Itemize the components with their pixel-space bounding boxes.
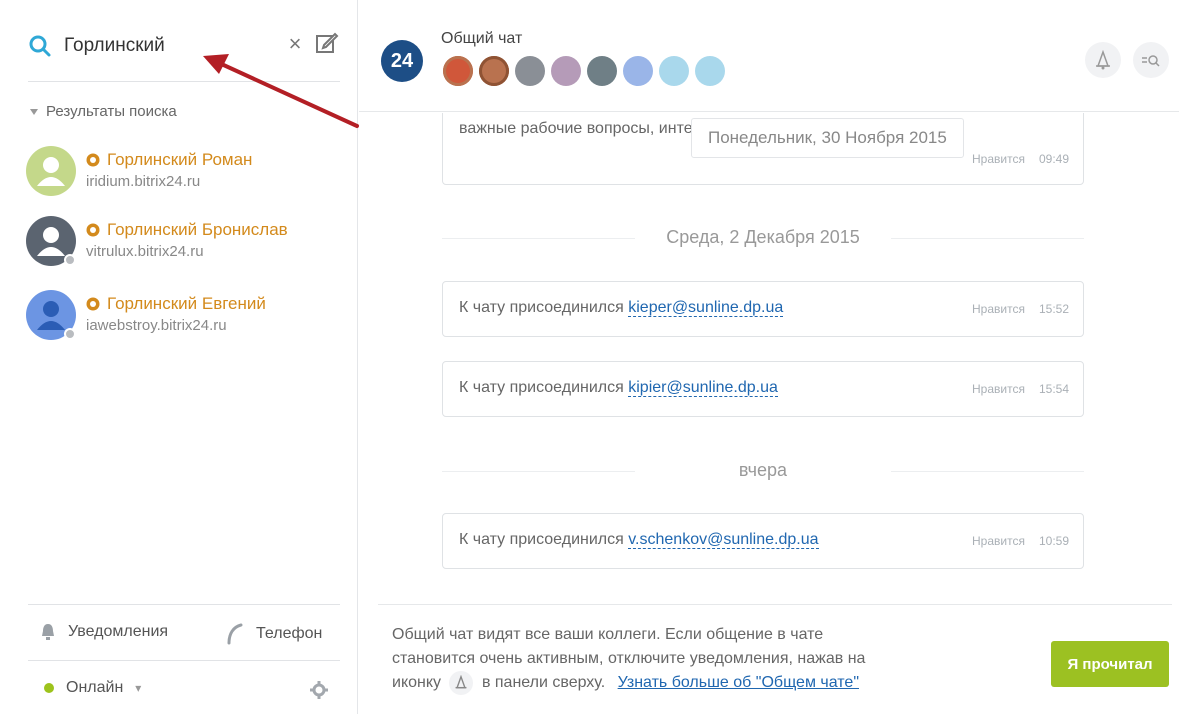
phone-icon (227, 623, 243, 645)
contact-domain: iridium.bitrix24.ru (86, 173, 201, 190)
user-link[interactable]: v.schenkov@sunline.dp.ua (628, 531, 819, 549)
search-list-icon (1142, 55, 1160, 67)
member-avatar[interactable] (587, 56, 617, 86)
user-link[interactable]: kieper@sunline.dp.ua (628, 299, 784, 317)
mark-read-button[interactable]: Я прочитал (1051, 641, 1169, 687)
message: К чату присоединился kieper@sunline.dp.u… (442, 281, 1084, 337)
search-results-header[interactable]: Результаты поиска (30, 103, 177, 120)
online-status-icon (44, 683, 54, 693)
chat-title: Общий чат (441, 30, 523, 47)
extranet-icon (86, 223, 100, 237)
message: К чату присоединился v.schenkov@sunline.… (442, 513, 1084, 569)
date-separator: Среда, 2 Декабря 2015 (442, 227, 1084, 248)
contact-domain: iawebstroy.bitrix24.ru (86, 317, 227, 334)
status-offline-icon (64, 328, 76, 340)
message: К чату присоединился kipier@sunline.dp.u… (442, 361, 1084, 417)
member-avatar[interactable] (695, 56, 725, 86)
contact-name: Горлинский Бронислав (107, 220, 288, 239)
message-time: 15:54 (1038, 382, 1069, 396)
bell-outline-icon (1096, 50, 1110, 70)
search-input[interactable] (64, 32, 264, 60)
member-avatar[interactable] (659, 56, 689, 86)
settings-gear-icon[interactable] (310, 681, 328, 699)
chat-header: 24 Общий чат (359, 0, 1179, 112)
notifications-button[interactable]: Уведомления (40, 623, 168, 641)
search-icon (29, 35, 51, 57)
bitrix24-logo: 24 (381, 40, 423, 82)
like-button[interactable]: Нравится (972, 302, 1025, 316)
bell-outline-icon (449, 671, 474, 695)
search-bar: × (28, 26, 340, 82)
date-separator: вчера (442, 460, 1084, 481)
messages-area[interactable]: важные рабочие вопросы, интересные всей … (359, 113, 1179, 603)
new-message-icon[interactable] (314, 30, 340, 56)
avatar (26, 146, 76, 196)
member-avatar[interactable] (479, 56, 509, 86)
message-time: 10:59 (1038, 534, 1069, 548)
member-avatar[interactable] (515, 56, 545, 86)
notifications-toggle-button[interactable] (1085, 42, 1121, 78)
sidebar-status-row: Онлайн ▾ (28, 660, 340, 714)
clear-search-button[interactable]: × (284, 33, 306, 56)
contact-item[interactable]: Горлинский Бронислав vitrulux.bitrix24.r… (26, 216, 346, 274)
message-time: 15:52 (1038, 302, 1069, 316)
contact-item[interactable]: Горлинский Евгений iawebstroy.bitrix24.r… (26, 290, 346, 348)
search-in-chat-button[interactable] (1133, 42, 1169, 78)
like-button[interactable]: Нравится (972, 152, 1025, 166)
extranet-icon (86, 297, 100, 311)
member-avatar[interactable] (551, 56, 581, 86)
chat-members (443, 56, 725, 86)
learn-more-link[interactable]: Узнать больше об "Общем чате" (618, 674, 859, 691)
like-button[interactable]: Нравится (972, 534, 1025, 548)
sidebar-footer-actions: Уведомления Телефон (28, 604, 340, 660)
message-time: 09:49 (1038, 152, 1069, 166)
phone-button[interactable]: Телефон (226, 623, 322, 645)
extranet-icon (86, 153, 100, 167)
message: важные рабочие вопросы, интересные всей … (442, 113, 1084, 185)
member-avatar[interactable] (623, 56, 653, 86)
collapse-triangle-icon (30, 108, 38, 115)
chevron-down-icon: ▾ (135, 681, 142, 695)
contact-item[interactable]: Горлинский Роман iridium.bitrix24.ru (26, 146, 346, 204)
contact-name: Горлинский Роман (107, 150, 253, 169)
like-button[interactable]: Нравится (972, 382, 1025, 396)
member-avatar[interactable] (443, 56, 473, 86)
general-chat-notice: Общий чат видят все ваши коллеги. Если о… (378, 604, 1172, 714)
status-offline-icon (64, 254, 76, 266)
status-selector[interactable]: Онлайн ▾ (44, 679, 141, 697)
sidebar: × Результаты поиска Горлинский Роман iri… (0, 0, 359, 714)
contact-domain: vitrulux.bitrix24.ru (86, 243, 204, 260)
contact-name: Горлинский Евгений (107, 294, 266, 313)
user-link[interactable]: kipier@sunline.dp.ua (628, 379, 778, 397)
date-separator-pill: Понедельник, 30 Ноября 2015 (691, 118, 964, 158)
bell-icon (42, 624, 54, 640)
